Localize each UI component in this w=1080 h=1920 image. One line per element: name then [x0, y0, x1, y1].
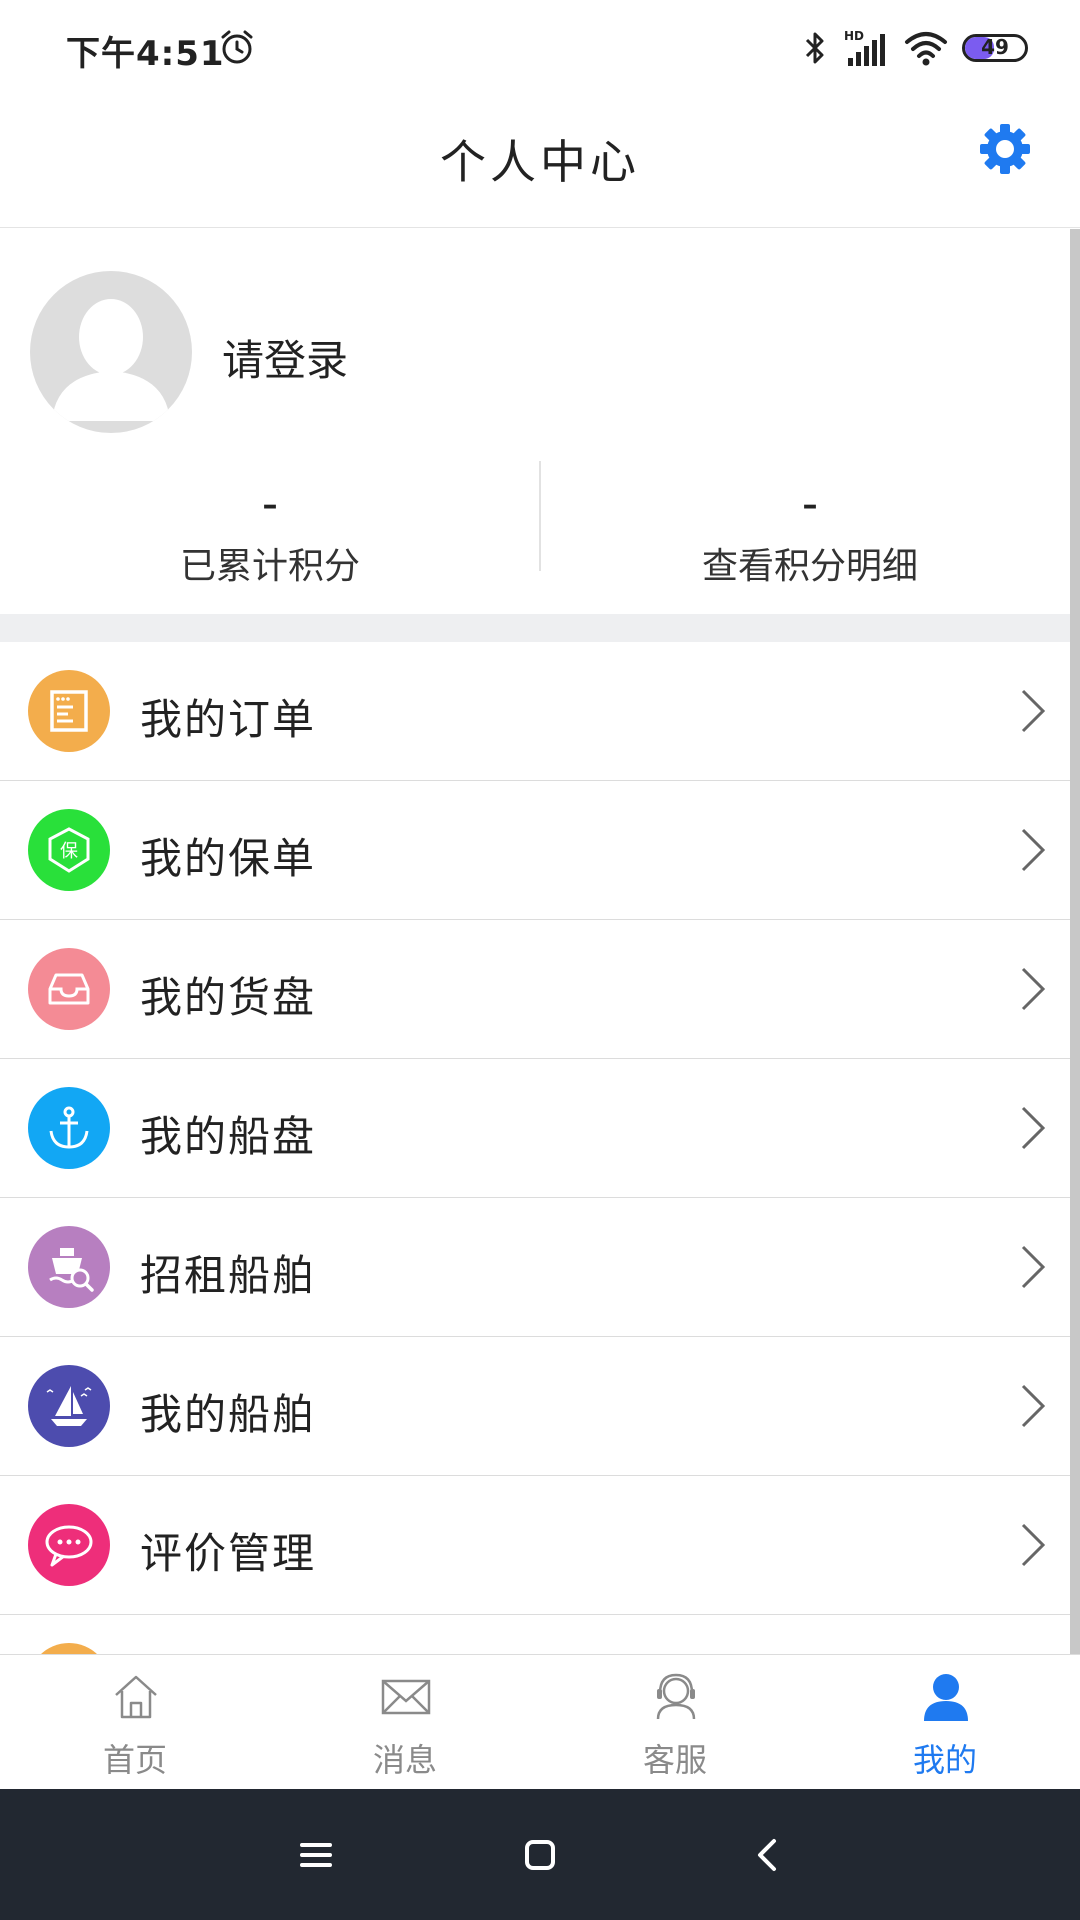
points-stats: – 已累计积分 – 查看积分明细 — [0, 489, 1070, 599]
back-icon[interactable] — [742, 1829, 794, 1881]
status-time: 下午4:51 — [66, 34, 225, 74]
menu-item-my-orders[interactable]: 我的订单 — [0, 642, 1070, 781]
svg-text:HD: HD — [844, 29, 864, 43]
content-scroll[interactable]: 请登录 – 已累计积分 – 查看积分明细 我的订单 保 我的保单 我的货盘 我的… — [0, 229, 1070, 1654]
chevron-right-icon — [1021, 828, 1046, 872]
scrollbar[interactable] — [1070, 229, 1080, 1654]
chat-bubble-icon — [28, 1504, 110, 1586]
svg-text:保: 保 — [60, 841, 78, 862]
chevron-right-icon — [1021, 1523, 1046, 1567]
bluetooth-icon — [805, 32, 824, 64]
menu-list: 我的订单 保 我的保单 我的货盘 我的船盘 招租船舶 我的船舶 评价管理 — [0, 642, 1070, 1654]
battery-icon: 49 — [962, 34, 1028, 62]
inbox-icon — [28, 948, 110, 1030]
menu-item-label: 招租船舶 — [140, 1251, 317, 1300]
menu-item-my-cargo[interactable]: 我的货盘 — [0, 920, 1070, 1059]
menu-item-review-management[interactable]: 评价管理 — [0, 1476, 1070, 1615]
sailboat-icon — [28, 1365, 110, 1447]
menu-item-my-ships[interactable]: 我的船舶 — [0, 1337, 1070, 1476]
menu-item-label: 我的船舶 — [140, 1390, 317, 1439]
accumulated-points-value: – — [262, 488, 278, 523]
menu-item-partial[interactable] — [0, 1615, 1070, 1654]
battery-level: 49 — [981, 35, 1009, 59]
menu-item-my-policies[interactable]: 保 我的保单 — [0, 781, 1070, 920]
bottom-nav: 首页 消息 客服 我的 — [0, 1654, 1080, 1789]
stats-divider — [539, 461, 541, 571]
points-details-value: – — [802, 488, 818, 523]
profile-section: 请登录 – 已累计积分 – 查看积分明细 — [0, 229, 1070, 614]
status-icons: HD 49 — [800, 26, 1028, 70]
header: 个人中心 — [0, 96, 1080, 228]
chevron-right-icon — [1021, 689, 1046, 733]
tab-label: 消息 — [372, 1741, 437, 1779]
menu-item-label: 我的保单 — [140, 834, 317, 883]
insurance-icon: 保 — [28, 809, 110, 891]
chevron-right-icon — [1021, 967, 1046, 1011]
accumulated-points[interactable]: – 已累计积分 — [0, 489, 540, 589]
chevron-right-icon — [1021, 1106, 1046, 1150]
mail-icon — [381, 1679, 431, 1715]
tab-label: 首页 — [102, 1741, 167, 1779]
home-icon — [115, 1675, 157, 1719]
login-link[interactable]: 请登录 — [222, 327, 348, 388]
chevron-right-icon — [1021, 1384, 1046, 1428]
home-square-icon[interactable] — [514, 1829, 566, 1881]
tab-label: 客服 — [642, 1741, 707, 1779]
user-icon — [924, 1674, 968, 1721]
menu-item-label: 我的货盘 — [140, 973, 317, 1022]
status-bar: 下午4:51 HD 49 — [0, 0, 1080, 96]
tab-label: 我的 — [912, 1741, 977, 1779]
wifi-icon — [905, 32, 947, 66]
gear-icon[interactable] — [978, 122, 1032, 176]
avatar-placeholder-icon — [52, 299, 170, 421]
avatar[interactable] — [30, 271, 192, 433]
menu-item-label: 评价管理 — [140, 1529, 317, 1578]
tab-me[interactable]: 我的 — [810, 1655, 1080, 1790]
menu-item-ships-for-lease[interactable]: 招租船舶 — [0, 1198, 1070, 1337]
menu-icon-partial — [28, 1643, 110, 1654]
tab-customer-service[interactable]: 客服 — [540, 1655, 810, 1790]
system-nav-bar — [0, 1789, 1080, 1920]
order-icon — [28, 670, 110, 752]
tab-messages[interactable]: 消息 — [270, 1655, 540, 1790]
points-details-label: 查看积分明细 — [701, 546, 918, 587]
points-details[interactable]: – 查看积分明细 — [540, 489, 1070, 589]
menu-icon[interactable] — [290, 1829, 342, 1881]
menu-item-label: 我的船盘 — [140, 1112, 317, 1161]
menu-item-label: 我的订单 — [140, 695, 317, 744]
section-divider — [0, 614, 1070, 642]
ship-search-icon — [28, 1226, 110, 1308]
alarm-icon — [221, 30, 253, 64]
menu-item-my-ship-listings[interactable]: 我的船盘 — [0, 1059, 1070, 1198]
headset-icon — [656, 1673, 696, 1720]
hd-signal-icon: HD — [844, 29, 885, 66]
tab-home[interactable]: 首页 — [0, 1655, 270, 1790]
page-title: 个人中心 — [440, 135, 640, 189]
anchor-icon — [28, 1087, 110, 1169]
accumulated-points-label: 已累计积分 — [179, 546, 360, 587]
chevron-right-icon — [1021, 1245, 1046, 1289]
